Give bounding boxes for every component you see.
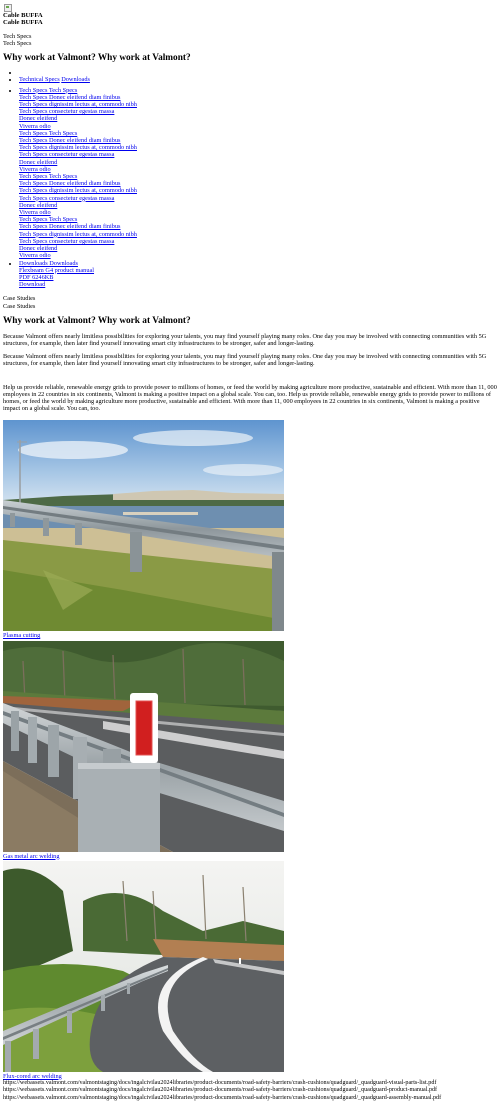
spec-item[interactable]: Donec eleifend <box>19 115 497 122</box>
case-studies-heading: Case Studies Case Studies <box>3 295 497 309</box>
tab-item-empty <box>19 69 497 76</box>
spec-item[interactable]: Tech Specs Donec eleifend diam finibus <box>19 180 497 187</box>
spec-group: Tech Specs Tech Specs Tech Specs Donec e… <box>19 87 497 260</box>
spec-item[interactable]: Viverra odio <box>19 209 497 216</box>
body-paragraph: Because Valmont offers nearly limitless … <box>3 332 487 347</box>
spec-item[interactable]: Tech Specs consectetur egestas massa <box>19 151 497 158</box>
spec-item[interactable]: Tech Specs consectetur egestas massa <box>19 195 497 202</box>
spec-item[interactable]: Tech Specs Donec eleifend diam finibus <box>19 137 497 144</box>
gallery-caption[interactable]: Flux-cored arc welding <box>3 1073 497 1080</box>
spec-item[interactable]: Tech Specs Donec eleifend diam finibus <box>19 223 497 230</box>
spec-item[interactable]: Tech Specs consectetur egestas massa <box>19 238 497 245</box>
section-heading: Why work at Valmont? Why work at Valmont… <box>3 53 191 64</box>
spec-item[interactable]: Tech Specs consectetur egestas massa <box>19 108 497 115</box>
section-heading-2: Why work at Valmont? Why work at Valmont… <box>3 315 191 326</box>
tab-downloads[interactable]: Downloads <box>61 76 90 83</box>
download-file-name[interactable]: Flexbeam G4 product manual <box>19 267 497 274</box>
gallery-caption[interactable]: Plasma cutting <box>3 632 497 639</box>
tab-item: Technical Specs Downloads <box>19 76 497 83</box>
spec-item[interactable]: Viverra odio <box>19 252 497 259</box>
case-studies-label-duplicate: Case Studies <box>3 302 36 310</box>
product-title-duplicate: Cable BUFFA <box>3 19 43 27</box>
spec-item[interactable]: Tech Specs dignissim lectus at, commodo … <box>19 101 497 108</box>
download-file-meta[interactable]: PDF 6246KB <box>19 274 497 281</box>
spec-item[interactable]: Donec eleifend <box>19 159 497 166</box>
spec-item[interactable]: Donec eleifend <box>19 202 497 209</box>
guardrail-end-terminal-photo <box>3 640 284 852</box>
spec-item[interactable]: Viverra odio <box>19 166 497 173</box>
spec-item[interactable]: Donec eleifend <box>19 245 497 252</box>
spec-item[interactable]: Tech Specs dignissim lectus at, commodo … <box>19 231 497 238</box>
downloads-group: Downloads Downloads Flexbeam G4 product … <box>19 260 497 289</box>
product-title: Cable BUFFA <box>3 12 43 19</box>
guardrail-coastal-road-photo <box>3 420 284 632</box>
tech-specs-heading: Tech Specs Tech Specs <box>3 33 497 47</box>
spec-item[interactable]: Tech Specs Donec eleifend diam finibus <box>19 94 497 101</box>
spec-group-title[interactable]: Tech Specs Tech Specs <box>19 173 497 180</box>
spec-group-title[interactable]: Tech Specs Tech Specs <box>19 216 497 223</box>
tech-specs-label: Tech Specs <box>3 32 32 40</box>
body-paragraph: Because Valmont offers nearly limitless … <box>3 353 487 368</box>
document-url: https://webassets.valmont.com/valmontsta… <box>3 1087 438 1094</box>
body-paragraph-long: Help us provide reliable, renewable ener… <box>3 383 497 413</box>
gallery-item[interactable] <box>3 420 497 632</box>
downloads-title[interactable]: Downloads Downloads <box>19 260 497 267</box>
tab-technical-specs[interactable]: Technical Specs <box>19 76 60 83</box>
tech-specs-label-duplicate: Tech Specs <box>3 40 32 48</box>
spec-list: Tech Specs Tech Specs Tech Specs Donec e… <box>3 87 497 289</box>
spec-group-title[interactable]: Tech Specs Tech Specs <box>19 87 497 94</box>
page: Cable BUFFA Cable BUFFA Tech Specs Tech … <box>0 0 500 1102</box>
guardrail-curved-road-photo <box>3 860 284 1072</box>
download-link[interactable]: Download <box>19 281 497 288</box>
document-url: https://webassets.valmont.com/valmontsta… <box>3 1094 442 1101</box>
gallery: Plasma cutting Gas metal arc welding Flu… <box>3 420 497 1080</box>
gallery-item[interactable] <box>3 860 497 1072</box>
spec-group-title[interactable]: Tech Specs Tech Specs <box>19 130 497 137</box>
spec-item[interactable]: Tech Specs dignissim lectus at, commodo … <box>19 187 497 194</box>
case-studies-label: Case Studies <box>3 295 36 303</box>
gallery-caption[interactable]: Gas metal arc welding <box>3 853 497 860</box>
document-url-list: https://webassets.valmont.com/valmontsta… <box>3 1080 497 1102</box>
spec-item[interactable]: Viverra odio <box>19 123 497 130</box>
gallery-item[interactable] <box>3 640 497 852</box>
tab-list: Technical Specs Downloads <box>3 69 497 83</box>
spec-item[interactable]: Tech Specs dignissim lectus at, commodo … <box>19 144 497 151</box>
broken-image-icon <box>3 3 12 12</box>
